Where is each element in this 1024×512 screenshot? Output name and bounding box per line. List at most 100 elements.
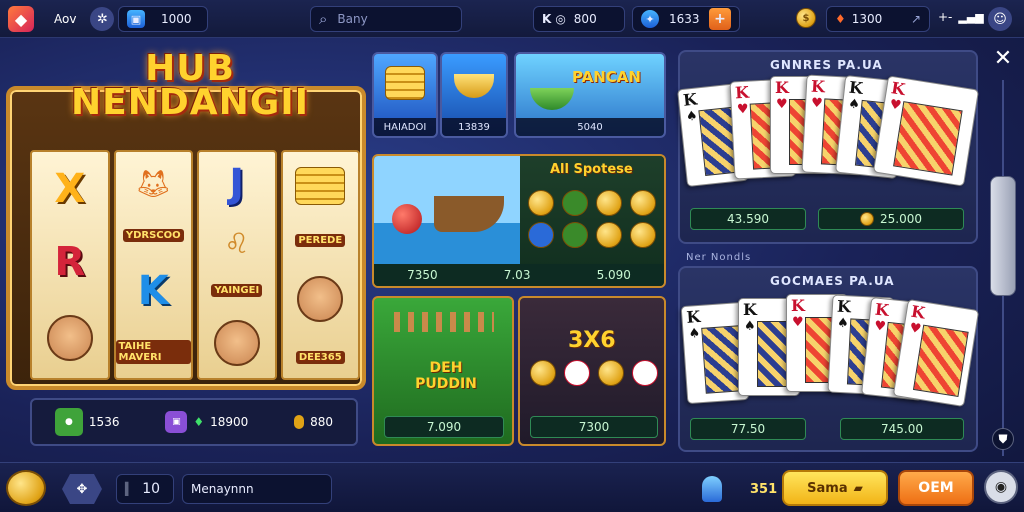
value-coin-icon — [860, 212, 874, 226]
counter-value: 800 — [573, 12, 597, 26]
game-tile-pudding[interactable]: DEH PUDDIN 7.090 — [372, 296, 514, 446]
coin-balance-pill[interactable]: ♦ 1300 ↗ — [826, 6, 930, 32]
wallet-icon: ▣ — [127, 10, 145, 28]
slot-stats-bar: ● 1536 ▣ ♦ 18900 880 — [30, 398, 358, 446]
character-face-2-icon — [213, 320, 260, 367]
island-scene — [374, 156, 520, 268]
controller-button[interactable]: ✥ — [62, 474, 102, 504]
reel-1: X R — [30, 150, 110, 380]
coin-group[interactable]: $ — [796, 8, 816, 28]
slot-title: HUB NENDANGII — [40, 48, 340, 123]
slot-stat-3-value: 880 — [310, 415, 334, 429]
card-k-hearts-4[interactable]: K ♥ — [872, 75, 980, 187]
tile-d-values: 7350 7.03 5.090 — [374, 264, 664, 286]
balance-pill[interactable]: ▣ 1000 — [118, 6, 208, 32]
gold-bars-icon — [295, 166, 346, 205]
reel-label-2: TAIHE MAVERI — [115, 339, 191, 364]
cards-bottom-value-right: 745.00 — [840, 418, 964, 440]
game-tile-gold[interactable]: HAIADOI — [372, 52, 438, 138]
counter-pill[interactable]: K ◎ 800 — [533, 6, 625, 32]
gold-bowl-icon — [454, 74, 494, 98]
coin-balance-value: 1300 — [851, 12, 883, 26]
tile-f-title: DEH PUDDIN — [415, 360, 477, 392]
rocket-icon[interactable] — [702, 476, 722, 502]
sama-button[interactable]: Sama ▰ — [782, 470, 888, 506]
signal-group: +- ▂▄▆ — [938, 10, 984, 24]
fox-icon: 🦊︎ — [135, 166, 172, 200]
red-ball-icon — [392, 204, 422, 234]
cards-top-value-left: 43.590 — [690, 208, 806, 230]
boat-icon — [434, 196, 504, 232]
tile-a-caption: HAIADOI — [374, 118, 436, 136]
profile-group[interactable]: ◆ Aov ✲ — [8, 6, 115, 32]
tile-b-caption: 13839 — [442, 118, 506, 136]
tile-e-title: All Spotese — [550, 162, 633, 177]
app-logo-icon[interactable]: ◆ — [8, 6, 34, 32]
game-tile-3x6[interactable]: 3X6 7300 — [518, 296, 666, 446]
game-tile-bowl[interactable]: 13839 — [440, 52, 508, 138]
slot-stat-2-value: 18900 — [210, 415, 249, 429]
settings-icon[interactable]: ✲ — [90, 7, 115, 31]
gold-icon — [294, 415, 305, 429]
home-button[interactable] — [6, 470, 46, 506]
scrollbar-thumb[interactable] — [990, 176, 1016, 296]
profile-label: Aov — [54, 12, 77, 26]
game-tile-pancan[interactable]: PANCAN 5040 — [514, 52, 666, 138]
card-panel-subtitle: Ner Nondls — [686, 252, 752, 263]
card-panel-bottom-title: GOCMAES PA.UA — [770, 274, 895, 288]
gems-pill[interactable]: ✦ 1633 + — [632, 6, 740, 32]
chicken-icon: ● — [54, 408, 83, 436]
slot-stat-1[interactable]: ● 1536 — [54, 408, 119, 436]
name-input[interactable]: Menaynnn — [182, 474, 332, 504]
cowboy-face-icon — [297, 275, 344, 322]
search-icon: ⌕ — [319, 10, 328, 28]
bottom-counter: 351 — [750, 482, 778, 497]
game-tile-island[interactable]: All Spotese 7350 7.03 5.090 — [372, 154, 666, 288]
balance-value: 1000 — [161, 12, 192, 26]
reel-4: PEREDE DEE365 — [280, 150, 360, 380]
signal-icon: ▂▄▆ — [958, 10, 984, 24]
count-box[interactable]: ▍ 10 — [116, 474, 174, 504]
tile-f-value: 7.090 — [384, 416, 504, 438]
slot-reels[interactable]: X R 🦊︎ YDRSCOO K TAIHE MAVERI J ♌ YAINGE… — [30, 150, 360, 380]
tile-e-value-1: 7.03 — [503, 268, 531, 282]
symbols-panel: All Spotese — [520, 156, 664, 268]
symbol-coins-icon — [528, 190, 658, 248]
add-gems-button[interactable]: + — [709, 8, 731, 30]
x-symbol-icon: X — [54, 165, 86, 212]
key-icon: K — [542, 12, 552, 26]
fence-icon — [394, 312, 494, 332]
signal-label: +- — [938, 10, 953, 24]
scrollbar[interactable] — [990, 80, 1016, 456]
search-input[interactable]: Bany — [337, 12, 367, 26]
r-symbol-icon: R — [54, 238, 86, 285]
close-icon[interactable]: ✕ — [990, 46, 1016, 72]
reel-label-3: YAINGEI — [211, 283, 263, 297]
reel-label-1: YDRSCOO — [122, 228, 184, 242]
slot-stat-2[interactable]: ▣ ♦ 18900 — [165, 411, 248, 433]
menu-icon[interactable]: ◉ — [984, 470, 1018, 504]
gems-value: 1633 — [669, 12, 700, 26]
reel-label-5: DEE365 — [295, 350, 345, 364]
count-divider-icon: ▍ — [125, 482, 135, 496]
top-bar: ◆ Aov ✲ ▣ 1000 ⌕ Bany K ◎ 800 ✦ 1633 + $… — [0, 0, 1024, 38]
slot-title-line2: NENDANGII — [70, 82, 310, 123]
cards-top-value-right: 25.000 — [818, 208, 964, 230]
card-panel-top-title: GNNRES PA.UA — [770, 58, 883, 72]
dropdown-arrow-icon[interactable]: ↗ — [911, 12, 921, 26]
gold-coins-icon — [385, 66, 425, 100]
tile-g-title: 3X6 — [568, 328, 616, 353]
tile-e-value-2: 5.090 — [596, 268, 631, 282]
card-k-hearts-7[interactable]: K ♥ — [892, 298, 980, 408]
slot-title-line1: HUB — [145, 48, 235, 89]
search-bar[interactable]: ⌕ Bany — [310, 6, 462, 32]
tile-c-caption: 5040 — [516, 118, 664, 136]
reel-3: J ♌ YAINGEI — [197, 150, 277, 380]
flame-icon: ♦ — [835, 12, 846, 26]
shield-icon[interactable]: ⛊ — [992, 428, 1014, 450]
green-gem-icon: ♦ — [193, 415, 205, 429]
oem-button[interactable]: OEM — [898, 470, 974, 506]
gem-icon: ✦ — [641, 10, 659, 28]
avatar-icon[interactable]: ☺ — [988, 7, 1012, 31]
slot-stat-3[interactable]: 880 — [294, 415, 333, 429]
